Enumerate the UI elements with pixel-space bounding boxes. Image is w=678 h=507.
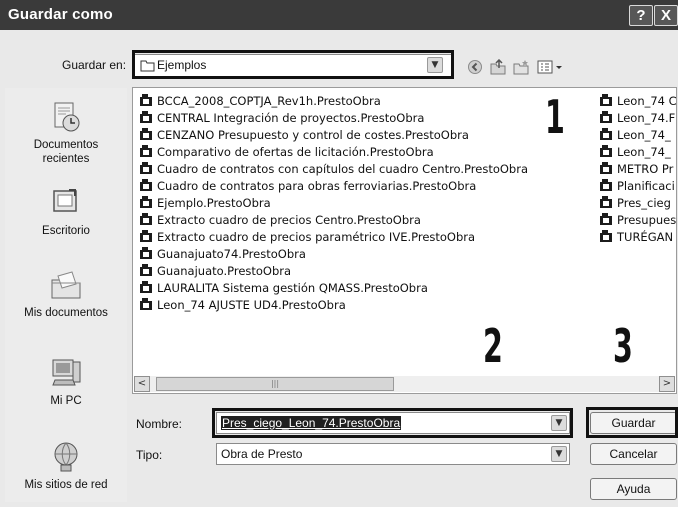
presto-file-icon: [140, 145, 153, 157]
back-icon[interactable]: [466, 59, 484, 75]
filename-input[interactable]: Pres_ciego_Leon_74.PrestoObra ▼: [216, 412, 570, 434]
help-button[interactable]: Ayuda: [590, 478, 677, 500]
title-bar[interactable]: Guardar como ? X: [0, 0, 678, 30]
file-item[interactable]: LAURALITA Sistema gestión QMASS.PrestoOb…: [140, 280, 428, 296]
place-desktop[interactable]: Escritorio: [5, 186, 127, 238]
cancel-button[interactable]: Cancelar: [590, 443, 677, 465]
save-in-dropdown-arrow-icon[interactable]: ▼: [427, 57, 443, 73]
file-item[interactable]: Leon_74_: [600, 127, 671, 143]
filetype-label: Tipo:: [136, 448, 163, 462]
new-folder-icon[interactable]: [512, 59, 530, 75]
save-button[interactable]: Guardar: [590, 412, 677, 434]
file-item[interactable]: Comparativo de ofertas de licitación.Pre…: [140, 144, 434, 160]
presto-file-icon: [140, 298, 153, 310]
scrollbar-thumb[interactable]: |||: [156, 377, 394, 391]
file-item[interactable]: Guanajuato.PrestoObra: [140, 263, 291, 279]
file-item[interactable]: CENZANO Presupuesto y control de costes.…: [140, 127, 469, 143]
folder-icon: [140, 59, 155, 75]
file-item[interactable]: Extracto cuadro de precios Centro.Presto…: [140, 212, 421, 228]
place-recent-documents[interactable]: Documentos recientes: [5, 100, 127, 166]
horizontal-scrollbar[interactable]: < ||| >: [134, 376, 675, 392]
callout-number-3: 3: [613, 319, 633, 373]
file-item[interactable]: TURÉGAN: [600, 229, 673, 245]
filename-dropdown-arrow-icon[interactable]: ▼: [551, 415, 567, 431]
place-label: Mis documentos: [24, 307, 108, 319]
file-item[interactable]: Presupues: [600, 212, 676, 228]
filetype-dropdown-arrow-icon[interactable]: ▼: [551, 446, 567, 462]
presto-file-icon: [140, 230, 153, 242]
my-documents-icon: [49, 268, 83, 302]
scroll-left-button[interactable]: <: [134, 376, 150, 392]
file-item[interactable]: Planificaci: [600, 178, 675, 194]
file-item[interactable]: Leon_74_: [600, 144, 671, 160]
file-item[interactable]: Pres_cieg: [600, 195, 671, 211]
presto-file-icon: [600, 162, 613, 174]
presto-file-icon: [600, 179, 613, 191]
presto-file-icon: [140, 264, 153, 276]
filetype-select[interactable]: Obra de Presto ▼: [216, 443, 570, 465]
file-item[interactable]: Leon_74.F: [600, 110, 675, 126]
presto-file-icon: [600, 111, 613, 123]
place-label: Mis sitios de red: [24, 479, 108, 491]
file-item[interactable]: Cuadro de contratos para obras ferroviar…: [140, 178, 476, 194]
file-item[interactable]: Guanajuato74.PrestoObra: [140, 246, 306, 262]
file-item[interactable]: BCCA_2008_COPTJA_Rev1h.PrestoObra: [140, 93, 381, 109]
place-my-computer[interactable]: Mi PC: [5, 356, 127, 408]
place-network[interactable]: Mis sitios de red: [5, 440, 127, 492]
presto-file-icon: [600, 196, 613, 208]
file-item[interactable]: Leon_74 AJUSTE UD4.PrestoObra: [140, 297, 346, 313]
file-item[interactable]: Ejemplo.PrestoObra: [140, 195, 271, 211]
presto-file-icon: [140, 196, 153, 208]
views-menu-icon[interactable]: [536, 59, 564, 75]
file-item[interactable]: METRO Pr: [600, 161, 673, 177]
dialog-title: Guardar como: [8, 6, 113, 23]
file-item[interactable]: CENTRAL Integración de proyectos.PrestoO…: [140, 110, 424, 126]
presto-file-icon: [140, 94, 153, 106]
save-in-label: Guardar en:: [62, 58, 127, 72]
desktop-icon: [49, 186, 83, 220]
network-places-icon: [49, 440, 83, 474]
presto-file-icon: [140, 162, 153, 174]
up-folder-icon[interactable]: [489, 58, 507, 75]
presto-file-icon: [600, 145, 613, 157]
place-label: Mi PC: [50, 395, 82, 407]
file-item[interactable]: Leon_74 C: [600, 93, 676, 109]
place-label: Escritorio: [42, 225, 90, 237]
presto-file-icon: [600, 94, 613, 106]
filename-label: Nombre:: [136, 417, 183, 431]
presto-file-icon: [140, 179, 153, 191]
presto-file-icon: [140, 213, 153, 225]
place-label: recientes: [42, 153, 90, 165]
presto-file-icon: [140, 111, 153, 123]
presto-file-icon: [140, 281, 153, 293]
callout-number-2: 2: [483, 319, 503, 373]
recent-documents-icon: [49, 100, 83, 134]
presto-file-icon: [600, 213, 613, 225]
filetype-value: Obra de Presto: [221, 447, 303, 461]
my-computer-icon: [49, 356, 83, 390]
save-in-value: Ejemplos: [157, 58, 207, 72]
presto-file-icon: [140, 128, 153, 140]
places-bar: Documentos recientes Escritorio Mis docu…: [5, 88, 127, 502]
callout-number-1: 1: [545, 90, 565, 144]
file-item[interactable]: Extracto cuadro de precios paramétrico I…: [140, 229, 475, 245]
place-my-documents[interactable]: Mis documentos: [5, 268, 127, 320]
file-item[interactable]: Cuadro de contratos con capítulos del cu…: [140, 161, 528, 177]
save-in-combo[interactable]: Ejemplos ▼: [134, 54, 452, 77]
save-as-dialog: Guardar como ? X Guardar en: Ejemplos ▼ …: [0, 0, 678, 507]
filename-value: Pres_ciego_Leon_74.PrestoObra: [221, 416, 402, 430]
presto-file-icon: [600, 128, 613, 140]
presto-file-icon: [600, 230, 613, 242]
help-title-button[interactable]: ?: [629, 5, 653, 26]
file-list[interactable]: BCCA_2008_COPTJA_Rev1h.PrestoObra CENTRA…: [132, 87, 677, 394]
scroll-right-button[interactable]: >: [659, 376, 675, 392]
presto-file-icon: [140, 247, 153, 259]
place-label: Documentos: [33, 139, 99, 151]
close-title-button[interactable]: X: [654, 5, 678, 26]
